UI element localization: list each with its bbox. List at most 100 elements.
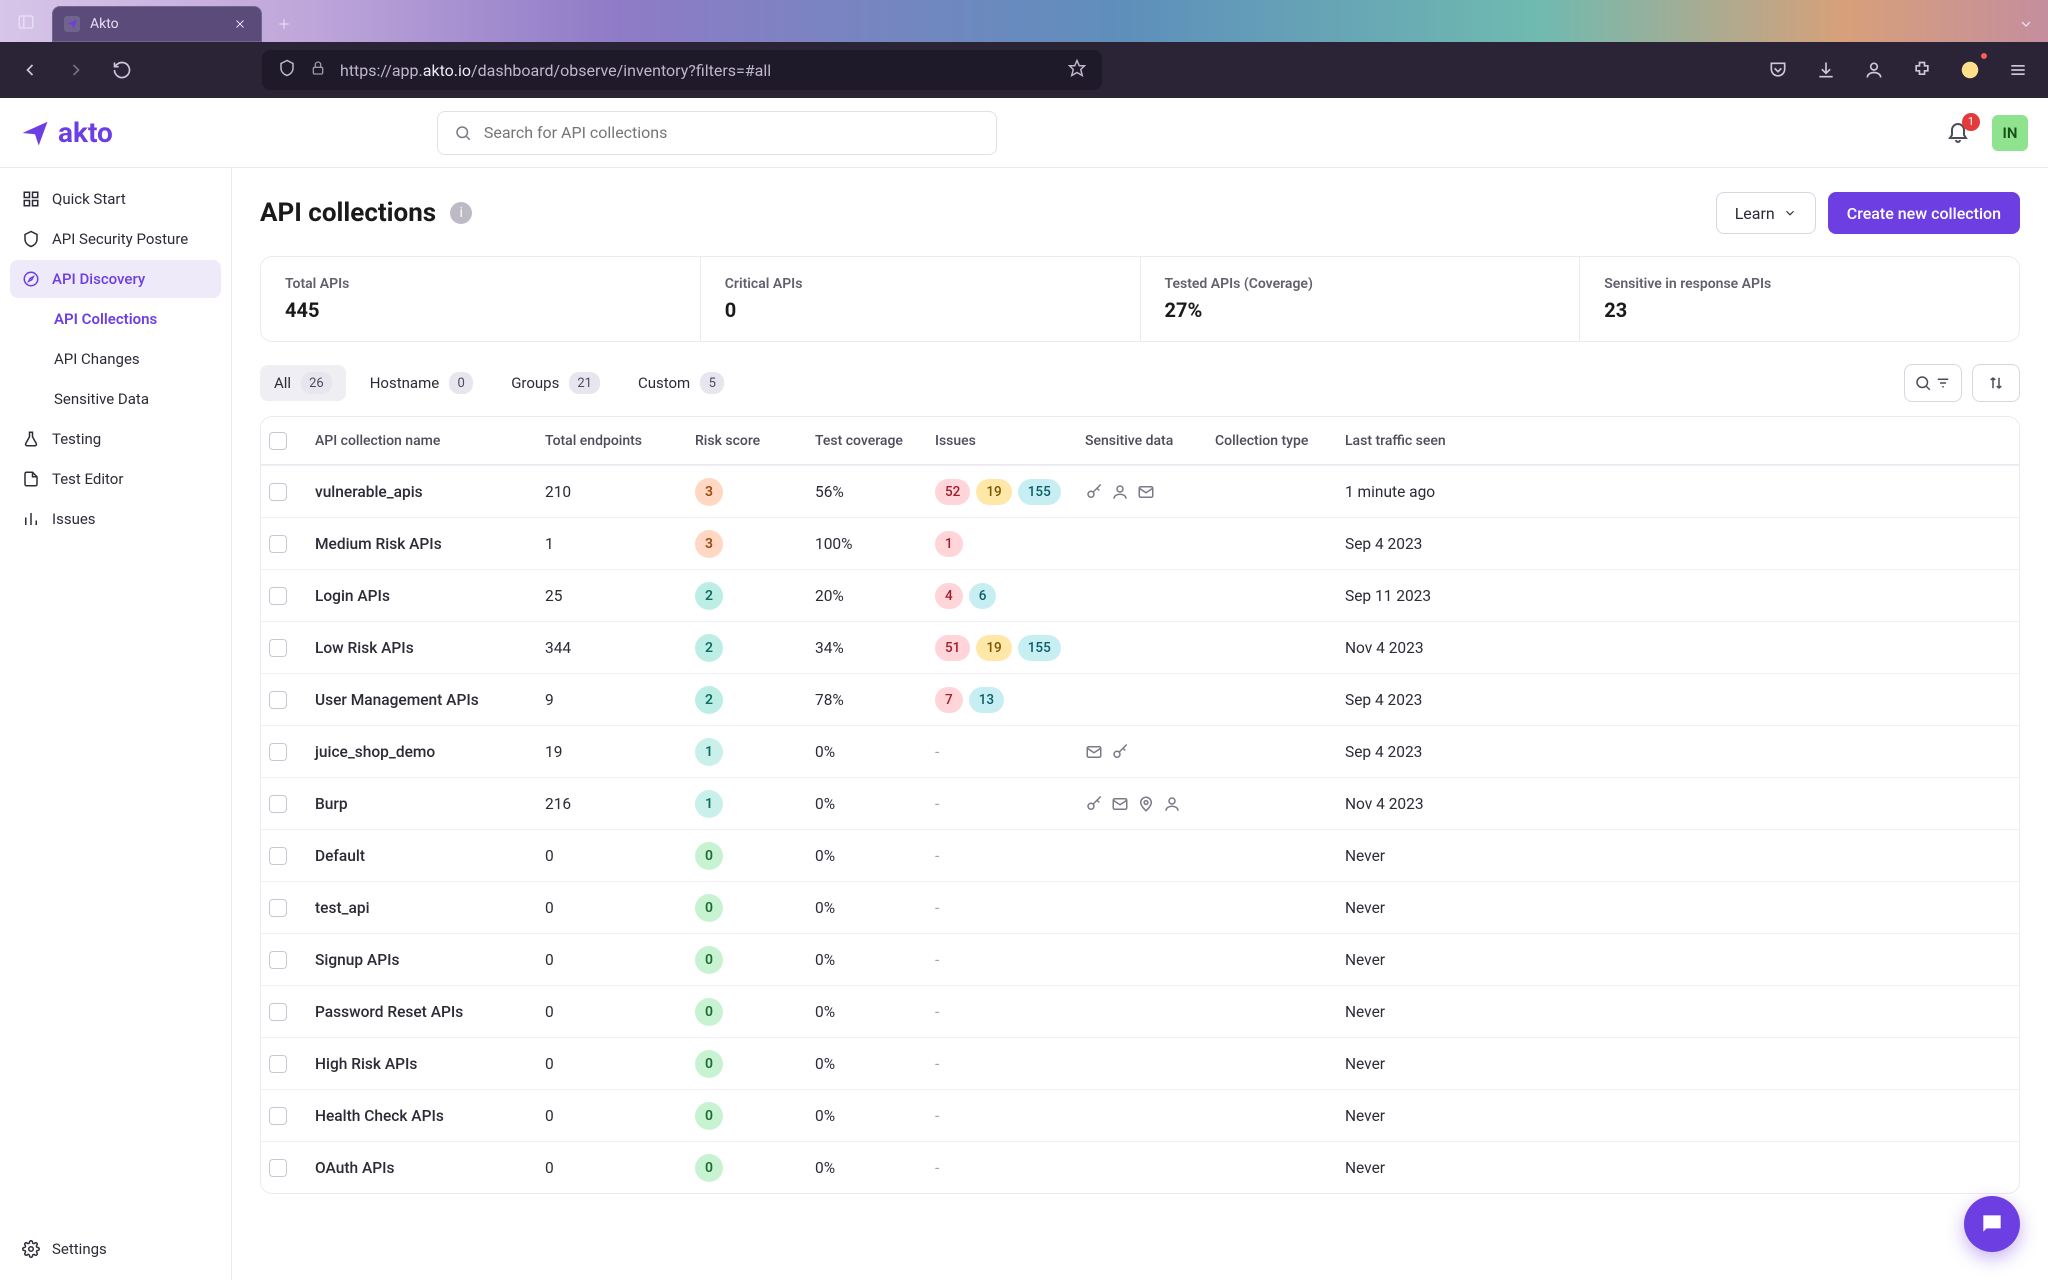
table-row[interactable]: Low Risk APIs 344 2 34% 5119155 Nov 4 20… (261, 621, 2019, 673)
row-checkbox[interactable] (269, 795, 287, 813)
sidebar-item-api-discovery[interactable]: API Discovery (10, 260, 221, 298)
sidebar-item-settings[interactable]: Settings (10, 1230, 221, 1268)
table-row[interactable]: Burp 216 1 0% - Nov 4 2023 (261, 777, 2019, 829)
browser-nav-bar: https://app.akto.io/dashboard/observe/in… (0, 42, 2048, 98)
row-checkbox[interactable] (269, 639, 287, 657)
col-type[interactable]: Collection type (1215, 433, 1345, 449)
sort-button[interactable] (1972, 364, 2020, 402)
table-row[interactable]: Medium Risk APIs 1 3 100% 1 Sep 4 2023 (261, 517, 2019, 569)
sidebar-item-sensitive-data[interactable]: Sensitive Data (10, 380, 221, 418)
sidebar-item-testing[interactable]: Testing (10, 420, 221, 458)
tab-hostname[interactable]: Hostname 0 (356, 365, 487, 401)
col-sensitive[interactable]: Sensitive data (1085, 433, 1215, 449)
risk-score-badge: 0 (695, 998, 723, 1026)
browser-tab-active[interactable]: Akto (52, 6, 262, 42)
grid-icon (22, 190, 40, 208)
issue-pill: 19 (976, 635, 1011, 661)
cell-issues: - (935, 1159, 1085, 1177)
main-content: API collections i Learn Create new colle… (232, 168, 2048, 1280)
row-checkbox[interactable] (269, 1107, 287, 1125)
hamburger-menu-icon[interactable] (2002, 54, 2034, 86)
row-checkbox[interactable] (269, 1003, 287, 1021)
cell-name: vulnerable_apis (315, 483, 545, 501)
row-checkbox[interactable] (269, 1055, 287, 1073)
new-tab-button[interactable] (270, 10, 298, 38)
risk-score-badge: 3 (695, 478, 723, 506)
select-all-checkbox[interactable] (269, 432, 287, 450)
search-filter-button[interactable] (1904, 364, 1962, 402)
avatar[interactable]: IN (1992, 115, 2028, 151)
nav-back-button[interactable] (14, 54, 46, 86)
browser-sidebar-toggle[interactable] (12, 8, 40, 36)
issue-pill: 155 (1018, 635, 1061, 661)
nav-reload-button[interactable] (106, 54, 138, 86)
notification-badge: 1 (1962, 113, 1980, 131)
row-checkbox[interactable] (269, 899, 287, 917)
sidebar-item-label: Quick Start (52, 190, 126, 208)
sidebar-item-test-editor[interactable]: Test Editor (10, 460, 221, 498)
chat-fab[interactable] (1964, 1196, 2020, 1252)
row-checkbox[interactable] (269, 691, 287, 709)
create-collection-button[interactable]: Create new collection (1828, 192, 2020, 234)
tab-all[interactable]: All 26 (260, 365, 346, 401)
downloads-icon[interactable] (1810, 54, 1842, 86)
notifications-button[interactable]: 1 (1946, 119, 1974, 147)
cell-coverage: 78% (815, 691, 935, 709)
stat-value: 27% (1165, 298, 1556, 322)
search-input[interactable] (484, 123, 980, 142)
col-name[interactable]: API collection name (315, 433, 545, 449)
sidebar-item-api-collections[interactable]: API Collections (10, 300, 221, 338)
sidebar-item-quick-start[interactable]: Quick Start (10, 180, 221, 218)
table-row[interactable]: User Management APIs 9 2 78% 713 Sep 4 2… (261, 673, 2019, 725)
cell-endpoints: 25 (545, 587, 695, 605)
cell-name: High Risk APIs (315, 1055, 545, 1073)
logo[interactable]: akto (20, 116, 113, 149)
tab-close-button[interactable] (230, 14, 250, 34)
row-checkbox[interactable] (269, 951, 287, 969)
table-row[interactable]: juice_shop_demo 19 1 0% - Sep 4 2023 (261, 725, 2019, 777)
issue-pill: 1 (935, 531, 963, 557)
row-checkbox[interactable] (269, 483, 287, 501)
table-row[interactable]: test_api 0 0 0% - Never (261, 881, 2019, 933)
sidebar-item-api-changes[interactable]: API Changes (10, 340, 221, 378)
cell-coverage: 0% (815, 1107, 935, 1125)
table-row[interactable]: Signup APIs 0 0 0% - Never (261, 933, 2019, 985)
bookmark-star-icon[interactable] (1068, 59, 1086, 81)
table-row[interactable]: Password Reset APIs 0 0 0% - Never (261, 985, 2019, 1037)
extensions-icon[interactable] (1906, 54, 1938, 86)
table-row[interactable]: OAuth APIs 0 0 0% - Never (261, 1141, 2019, 1193)
col-issues[interactable]: Issues (935, 433, 1085, 449)
table-row[interactable]: Health Check APIs 0 0 0% - Never (261, 1089, 2019, 1141)
sidebar-item-issues[interactable]: Issues (10, 500, 221, 538)
sidebar-item-label: Testing (52, 430, 101, 448)
row-checkbox[interactable] (269, 743, 287, 761)
col-last[interactable]: Last traffic seen (1345, 433, 1455, 449)
pinned-extension-icon[interactable] (1954, 54, 1986, 86)
table-row[interactable]: Default 0 0 0% - Never (261, 829, 2019, 881)
account-icon[interactable] (1858, 54, 1890, 86)
cell-issues: - (935, 1107, 1085, 1125)
url-bar[interactable]: https://app.akto.io/dashboard/observe/in… (262, 50, 1102, 90)
tabs-dropdown[interactable] (2012, 10, 2040, 38)
col-endpoints[interactable]: Total endpoints (545, 433, 695, 449)
url-text: https://app.akto.io/dashboard/observe/in… (340, 61, 1054, 80)
table-row[interactable]: Login APIs 25 2 20% 46 Sep 11 2023 (261, 569, 2019, 621)
search-box[interactable] (437, 111, 997, 155)
table-row[interactable]: High Risk APIs 0 0 0% - Never (261, 1037, 2019, 1089)
col-coverage[interactable]: Test coverage (815, 433, 935, 449)
cell-last: Never (1345, 1055, 1455, 1073)
nav-forward-button[interactable] (60, 54, 92, 86)
row-checkbox[interactable] (269, 1159, 287, 1177)
row-checkbox[interactable] (269, 587, 287, 605)
col-risk[interactable]: Risk score (695, 433, 815, 449)
row-checkbox[interactable] (269, 535, 287, 553)
sidebar-item-api-security-posture[interactable]: API Security Posture (10, 220, 221, 258)
info-icon[interactable]: i (450, 202, 472, 224)
table-row[interactable]: vulnerable_apis 210 3 56% 5219155 1 minu… (261, 465, 2019, 517)
tab-groups[interactable]: Groups 21 (497, 365, 614, 401)
learn-button[interactable]: Learn (1716, 192, 1816, 234)
url-prefix: https://app. (340, 61, 423, 80)
tab-custom[interactable]: Custom 5 (624, 365, 738, 401)
row-checkbox[interactable] (269, 847, 287, 865)
pocket-icon[interactable] (1762, 54, 1794, 86)
